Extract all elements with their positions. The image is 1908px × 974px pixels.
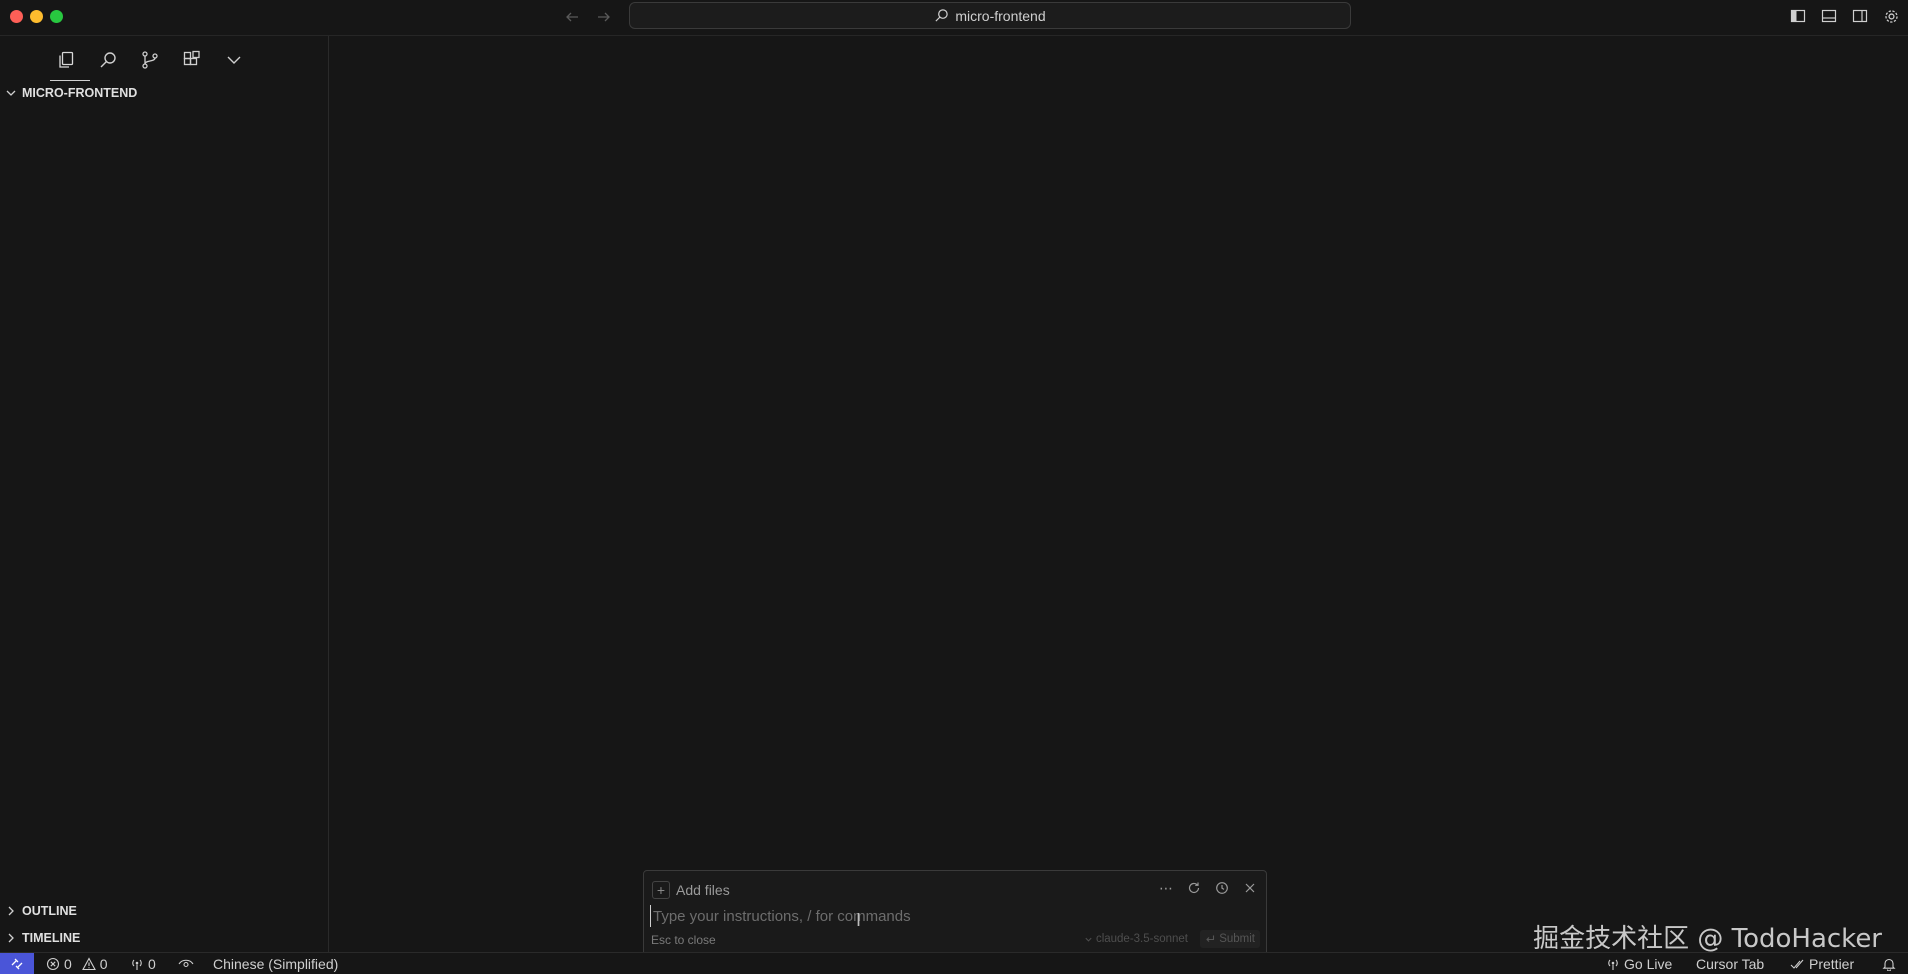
enter-icon [1206,935,1215,942]
broadcast-icon [1608,959,1618,970]
layout-controls [1789,0,1908,32]
chevron-right-icon [4,931,18,945]
source-control-tab[interactable] [136,42,164,78]
timeline-title: TIMELINE [22,931,81,945]
extensions-icon [183,50,200,66]
search-icon [100,52,116,68]
error-count: 0 [64,956,72,972]
inline-prompt-box: + Add files ⋯ Esc to close claude-3.5-so… [643,870,1267,958]
warning-count: 0 [99,956,108,972]
submit-button[interactable]: Submit [1200,930,1260,948]
ports-count: 0 [148,956,156,972]
notifications-button[interactable] [1882,953,1896,974]
esc-hint: Esc to close [651,933,716,947]
language-indicator[interactable]: Chinese (Simplified) [213,953,338,974]
explorer-folder-title: MICRO-FRONTEND [22,86,138,100]
activity-bar [50,40,248,81]
preview-eye-button[interactable] [178,953,194,974]
close-icon[interactable] [1242,880,1258,896]
command-center-search[interactable]: micro-frontend [629,2,1351,29]
maximize-window-button[interactable] [50,10,63,23]
bell-icon [1882,958,1896,971]
explorer-icon [59,51,74,68]
search-tab[interactable] [94,42,122,78]
more-views-button[interactable] [220,42,248,78]
more-icon[interactable]: ⋯ [1158,880,1174,896]
language-label: Chinese (Simplified) [213,956,339,972]
status-bar: 0 0 0 Chinese (Simplified) Go Live Curso… [0,952,1908,974]
broadcast-icon [132,959,142,970]
ports-indicator[interactable]: 0 [130,953,156,974]
history-icon[interactable] [1214,880,1230,896]
explorer-folder-header[interactable]: MICRO-FRONTEND [0,82,329,104]
back-button[interactable] [562,7,582,27]
prettier-button[interactable]: Prettier [1790,953,1854,974]
error-icon [46,957,60,971]
arrow-right-icon [598,12,610,22]
prettier-label: Prettier [1809,956,1855,972]
go-live-button[interactable]: Go Live [1606,953,1672,974]
timeline-section-header[interactable]: TIMELINE [0,927,329,949]
search-icon [935,9,949,22]
explorer-tab[interactable] [50,42,90,81]
toggle-panel-icon[interactable] [1820,7,1838,25]
chevron-down-icon [4,86,18,100]
model-selector[interactable]: claude-3.5-sonnet [1084,933,1188,945]
cursor-tab-button[interactable]: Cursor Tab [1696,953,1764,974]
text-cursor-icon: I [856,910,862,930]
arrow-left-icon [566,12,578,22]
go-live-label: Go Live [1624,956,1673,972]
add-files-label: Add files [676,882,730,898]
outline-section-header[interactable]: OUTLINE [0,900,329,922]
eye-icon [178,959,194,968]
double-check-icon [1790,959,1804,969]
toggle-secondary-sidebar-icon[interactable] [1851,7,1869,25]
close-window-button[interactable] [10,10,23,23]
submit-label: Submit [1219,933,1255,945]
gear-icon[interactable] [1882,7,1900,25]
title-bar: micro-frontend [0,0,1908,36]
forward-button[interactable] [594,7,614,27]
app-window: micro-frontend MICRO-FRONTEND OUTLINE TI… [0,0,1908,974]
editor-area[interactable] [330,36,1908,952]
watermark: 掘金技术社区 @ TodoHacker [1533,924,1882,954]
primary-sidebar: MICRO-FRONTEND OUTLINE TIMELINE [0,36,329,952]
chevron-down-icon [227,56,241,64]
prompt-actions: ⋯ [1158,880,1258,896]
prompt-input[interactable] [650,905,1250,927]
cursor-tab-label: Cursor Tab [1696,956,1765,972]
minimize-window-button[interactable] [30,10,43,23]
problems-indicator[interactable]: 0 0 [46,953,108,974]
extensions-tab[interactable] [178,42,206,78]
window-title: micro-frontend [955,7,1046,24]
warning-icon [81,957,96,971]
toggle-primary-sidebar-icon[interactable] [1789,7,1807,25]
add-files-button[interactable]: + Add files [652,881,730,899]
plus-icon: + [652,881,670,899]
model-name: claude-3.5-sonnet [1095,933,1188,945]
outline-title: OUTLINE [22,904,77,918]
chevron-down-icon [1085,937,1092,942]
source-control-icon [142,51,158,69]
remote-indicator-button[interactable] [0,953,34,974]
remote-icon [11,958,23,970]
chevron-right-icon [4,904,18,918]
refresh-icon[interactable] [1186,880,1202,896]
